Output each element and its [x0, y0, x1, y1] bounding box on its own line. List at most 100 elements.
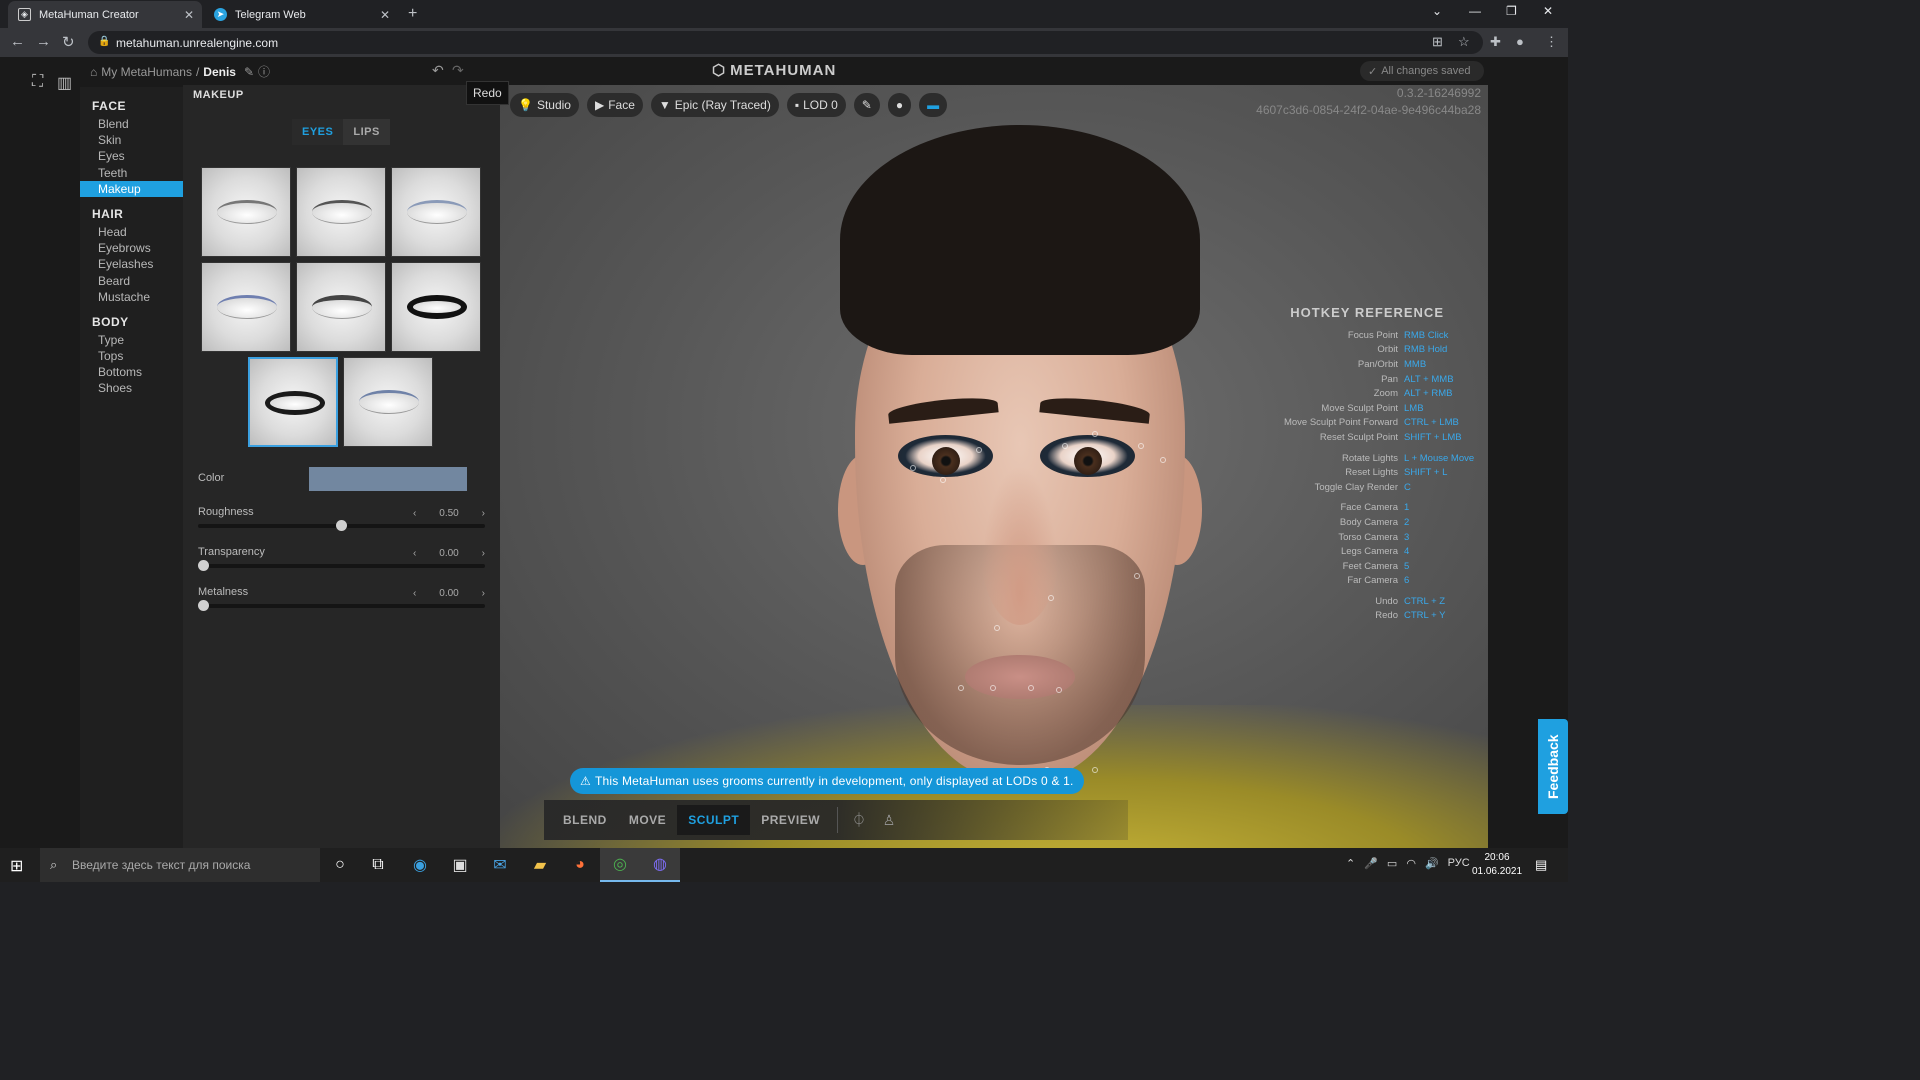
chevron-right-icon[interactable]: ›	[482, 548, 485, 559]
close-icon[interactable]: ✕	[184, 8, 194, 22]
file-explorer-icon[interactable]: ▰	[520, 848, 560, 882]
account-icon[interactable]: ●	[1516, 34, 1524, 49]
nav-item-eyes[interactable]: Eyes	[80, 148, 183, 164]
makeup-preset-7[interactable]	[248, 357, 338, 447]
windows-start-icon[interactable]: ⊞	[10, 856, 23, 876]
sculpt-point[interactable]	[1062, 443, 1068, 449]
edge-icon[interactable]: ◉	[400, 848, 440, 882]
mode-sculpt[interactable]: SCULPT	[677, 805, 751, 835]
chevron-right-icon[interactable]: ›	[482, 588, 485, 599]
nav-item-teeth[interactable]: Teeth	[80, 165, 183, 181]
mode-blend[interactable]: BLEND	[552, 805, 618, 835]
clock[interactable]: 20:06 01.06.2021	[1468, 851, 1526, 879]
sculpt-point[interactable]	[1056, 687, 1062, 693]
chevron-left-icon[interactable]: ‹	[413, 588, 416, 599]
nav-item-skin[interactable]: Skin	[80, 132, 183, 148]
undo-icon[interactable]: ↶	[432, 62, 444, 79]
transparency-slider[interactable]	[198, 560, 485, 571]
sculpt-point[interactable]	[976, 447, 982, 453]
body-icon[interactable]: ♙	[874, 805, 904, 835]
battery-icon[interactable]: ▭	[1387, 857, 1397, 870]
sculpt-point[interactable]	[1134, 573, 1140, 579]
cortana-icon[interactable]: ○	[320, 848, 360, 882]
nav-item-shoes[interactable]: Shoes	[80, 380, 183, 396]
makeup-preset-6[interactable]	[391, 262, 481, 352]
wifi-icon[interactable]: ◠	[1406, 857, 1416, 870]
chevron-left-icon[interactable]: ‹	[413, 548, 416, 559]
help-icon[interactable]: ⓘ	[258, 63, 270, 80]
store-icon[interactable]: ▣	[440, 848, 480, 882]
sculpt-point[interactable]	[990, 685, 996, 691]
sculpt-point[interactable]	[940, 477, 946, 483]
metalness-slider[interactable]	[198, 600, 485, 611]
nav-item-makeup[interactable]: Makeup	[80, 180, 183, 197]
brush-button[interactable]: ✎	[853, 93, 880, 117]
chevron-right-icon[interactable]: ›	[482, 508, 485, 519]
edit-icon[interactable]: ✎	[244, 65, 254, 79]
redo-icon[interactable]: ↷	[452, 62, 464, 79]
makeup-preset-2[interactable]	[296, 167, 386, 257]
notification-icon[interactable]: ▤	[1535, 857, 1547, 873]
render-quality-button[interactable]: ▼ Epic (Ray Traced)	[650, 93, 779, 117]
stats-icon[interactable]: ▥	[57, 73, 72, 93]
breadcrumb-root[interactable]: My MetaHumans	[101, 65, 192, 79]
makeup-preset-3[interactable]	[391, 167, 481, 257]
address-bar[interactable]: 🔒 metahuman.unrealengine.com	[88, 31, 1483, 54]
extensions-icon[interactable]: ✚	[1490, 34, 1501, 50]
taskbar-search[interactable]: ⌕ Введите здесь текст для поиска	[40, 848, 320, 882]
translate-icon[interactable]: ⊞	[1432, 34, 1443, 50]
star-icon[interactable]: ☆	[1458, 34, 1470, 50]
nav-item-eyelashes[interactable]: Eyelashes	[80, 256, 183, 272]
nav-item-type[interactable]: Type	[80, 332, 183, 348]
chrome-icon[interactable]: ◎	[600, 848, 640, 882]
reload-icon[interactable]: ↻	[62, 33, 75, 51]
minimize-icon[interactable]: —	[1469, 4, 1481, 18]
sculpt-point[interactable]	[1092, 431, 1098, 437]
mail-icon[interactable]: ✉	[480, 848, 520, 882]
roughness-stepper[interactable]: ‹ 0.50 ›	[413, 505, 485, 521]
tab-lips[interactable]: LIPS	[343, 119, 390, 145]
sphere-button[interactable]: ●	[887, 93, 912, 117]
home-icon[interactable]: ⌂	[90, 65, 97, 79]
nav-item-beard[interactable]: Beard	[80, 273, 183, 289]
makeup-preset-5[interactable]	[296, 262, 386, 352]
makeup-preset-8[interactable]	[343, 357, 433, 447]
makeup-preset-4[interactable]	[201, 262, 291, 352]
back-icon[interactable]: ←	[10, 33, 25, 50]
lod-button[interactable]: ▪ LOD 0	[786, 93, 846, 117]
microphone-icon[interactable]: 🎤	[1364, 857, 1378, 870]
chevron-up-icon[interactable]: ⌃	[1346, 857, 1355, 870]
firefox-icon[interactable]: ◕	[560, 848, 600, 882]
sculpt-point[interactable]	[1048, 595, 1054, 601]
makeup-preset-1[interactable]	[201, 167, 291, 257]
chevron-left-icon[interactable]: ‹	[413, 508, 416, 519]
sculpt-point[interactable]	[910, 465, 916, 471]
metalness-stepper[interactable]: ‹ 0.00 ›	[413, 585, 485, 601]
language-indicator[interactable]: РУС	[1448, 857, 1470, 870]
restore-icon[interactable]: ❐	[1506, 4, 1517, 18]
sculpt-point[interactable]	[1138, 443, 1144, 449]
menu-icon[interactable]: ⋮	[1545, 34, 1558, 50]
nav-item-mustache[interactable]: Mustache	[80, 289, 183, 305]
close-icon[interactable]: ✕	[380, 8, 390, 22]
mode-preview[interactable]: PREVIEW	[750, 805, 831, 835]
sculpt-point[interactable]	[958, 685, 964, 691]
mode-move[interactable]: MOVE	[618, 805, 677, 835]
metalness-slider-knob[interactable]	[198, 600, 209, 611]
roughness-slider[interactable]	[198, 520, 485, 531]
transparency-stepper[interactable]: ‹ 0.00 ›	[413, 545, 485, 561]
feedback-button[interactable]: Feedback	[1538, 719, 1568, 814]
symmetry-icon[interactable]: ⏀	[844, 805, 874, 835]
window-close-icon[interactable]: ✕	[1543, 4, 1553, 18]
profile-dropdown-icon[interactable]: ⌄	[1432, 4, 1442, 18]
nav-item-bottoms[interactable]: Bottoms	[80, 364, 183, 380]
volume-icon[interactable]: 🔊	[1425, 857, 1439, 870]
forward-icon[interactable]: →	[36, 33, 51, 50]
color-swatch[interactable]	[309, 467, 467, 491]
sculpt-point[interactable]	[1028, 685, 1034, 691]
nav-item-tops[interactable]: Tops	[80, 348, 183, 364]
fullscreen-icon[interactable]: ⛶	[32, 73, 43, 91]
tab-eyes[interactable]: EYES	[292, 119, 344, 145]
display-button[interactable]: ▬	[919, 93, 948, 117]
sculpt-point[interactable]	[1092, 767, 1098, 773]
